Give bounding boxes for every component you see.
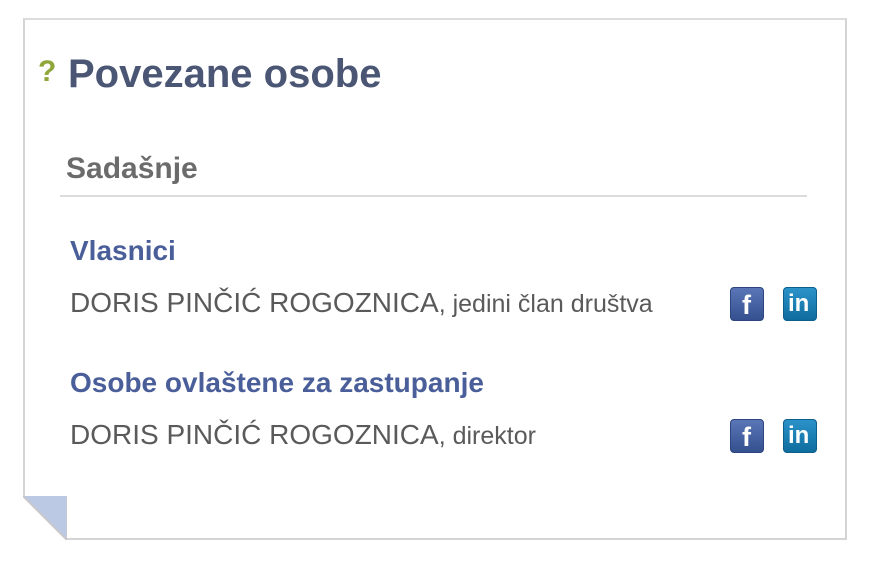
current-subtitle: Sadašnje [66,152,198,185]
person-role: , jedini član društva [438,290,653,318]
person-role: , direktor [438,422,536,450]
facebook-icon[interactable] [730,287,764,321]
person-row-representative: DORIS PINČIĆ ROGOZNICA, direktor [70,417,822,453]
panel-title: Povezane osobe [68,52,382,96]
person-name[interactable]: DORIS PINČIĆ ROGOZNICA [70,287,439,318]
person-entry: DORIS PINČIĆ ROGOZNICA, direktor [70,417,702,458]
person-row-owner: DORIS PINČIĆ ROGOZNICA, jedini član druš… [70,285,822,321]
section-heading-owners: Vlasnici [70,235,176,266]
linkedin-icon[interactable] [783,287,817,321]
linkedin-icon[interactable] [783,419,817,453]
facebook-icon[interactable] [730,419,764,453]
divider [60,195,807,197]
help-icon[interactable]: ? [38,57,56,87]
person-name[interactable]: DORIS PINČIĆ ROGOZNICA [70,419,439,450]
section-heading-representatives: Osobe ovlaštene za zastupanje [70,367,484,398]
page-fold-corner [23,496,67,540]
person-entry: DORIS PINČIĆ ROGOZNICA, jedini član druš… [70,285,702,326]
